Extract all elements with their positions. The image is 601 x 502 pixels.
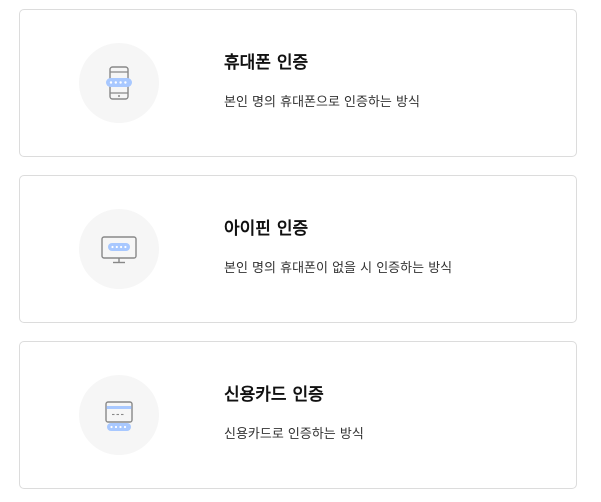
auth-option-description: 본인 명의 휴대폰으로 인증하는 방식 <box>224 95 420 110</box>
auth-option-ipin[interactable]: 아이핀 인증 본인 명의 휴대폰이 없을 시 인증하는 방식 <box>19 175 577 323</box>
auth-option-title: 휴대폰 인증 <box>224 53 309 73</box>
auth-option-title: 신용카드 인증 <box>224 385 324 405</box>
mobile-phone-icon <box>106 66 132 100</box>
credit-card-icon <box>105 401 133 431</box>
icon-circle <box>79 375 159 455</box>
auth-method-list: 휴대폰 인증 본인 명의 휴대폰으로 인증하는 방식 아이핀 인증 본인 명의 … <box>0 0 601 502</box>
auth-option-mobile[interactable]: 휴대폰 인증 본인 명의 휴대폰으로 인증하는 방식 <box>19 9 577 157</box>
auth-option-description: 본인 명의 휴대폰이 없을 시 인증하는 방식 <box>224 261 453 276</box>
icon-circle <box>79 43 159 123</box>
auth-option-credit-card[interactable]: 신용카드 인증 신용카드로 인증하는 방식 <box>19 341 577 489</box>
icon-circle <box>79 209 159 289</box>
auth-option-description: 신용카드로 인증하는 방식 <box>224 427 364 442</box>
monitor-icon <box>101 236 137 264</box>
auth-option-title: 아이핀 인증 <box>224 219 309 239</box>
